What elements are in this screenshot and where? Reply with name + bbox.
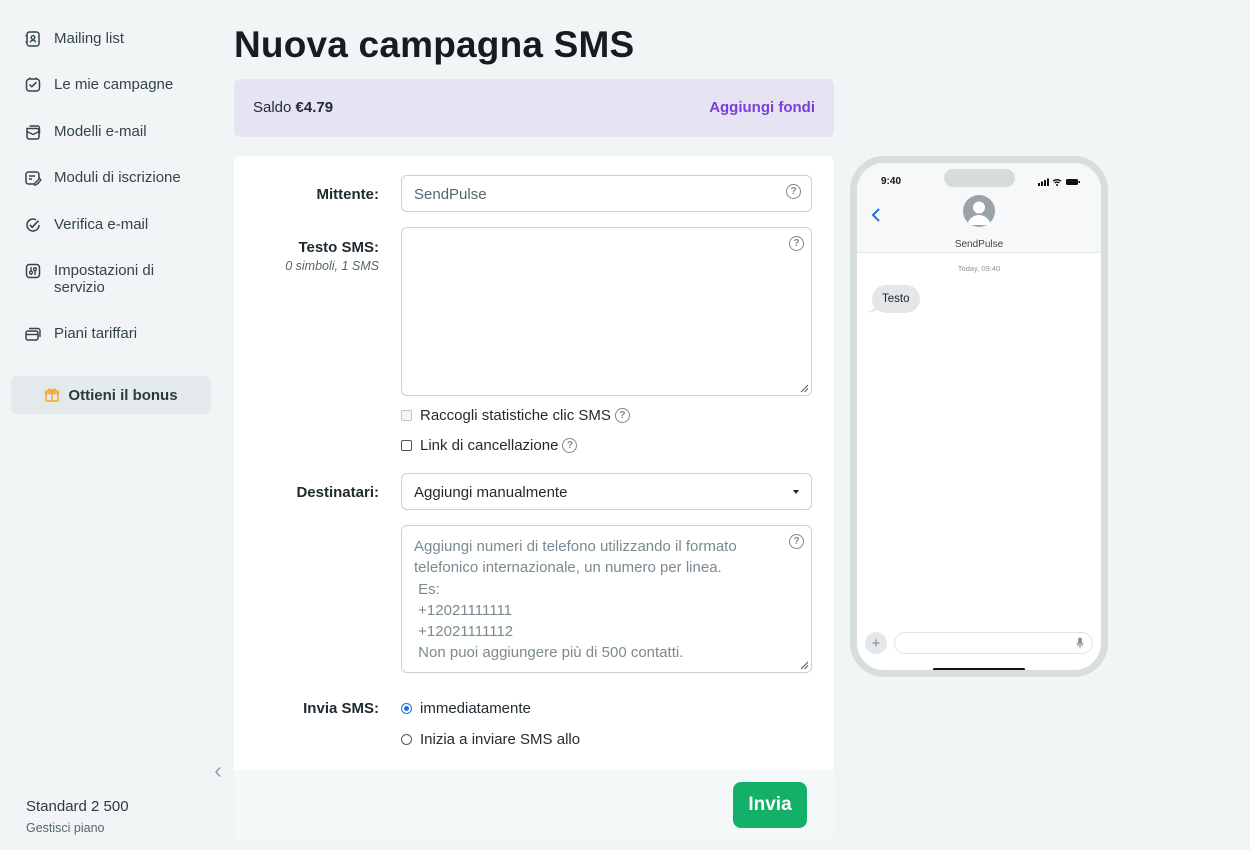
signal-icon — [1038, 178, 1049, 186]
sidebar-item-label: Piani tariffari — [54, 325, 138, 342]
get-bonus-button[interactable]: Ottieni il bonus — [11, 376, 211, 414]
status-time: 9:40 — [881, 176, 902, 187]
templates-icon — [26, 125, 41, 140]
collect-stats-label: Raccogli statistiche clic SMS — [420, 407, 611, 424]
plan-name: Standard 2 500 — [26, 798, 129, 815]
send-scheduled-option[interactable]: Inizia a inviare SMS allo — [401, 731, 580, 748]
resize-handle-icon[interactable] — [800, 661, 809, 670]
sms-text-label: Testo SMS: — [298, 239, 379, 256]
sidebar-item-label: Impostazioni di servizio — [54, 262, 155, 296]
collapse-sidebar-chevron-icon[interactable] — [212, 764, 224, 780]
dropdown-caret-icon — [793, 490, 799, 494]
phone-numbers-help-icon[interactable]: ? — [789, 534, 804, 549]
sender-input[interactable]: SendPulse ? — [401, 175, 812, 212]
balance-label: Saldo — [253, 99, 292, 116]
send-scheduled-radio[interactable] — [401, 734, 412, 745]
send-now-radio[interactable] — [401, 703, 412, 714]
send-scheduled-label: Inizia a inviare SMS allo — [420, 731, 581, 748]
manage-plan-link[interactable]: Gestisci piano — [26, 821, 105, 835]
balance-text: Saldo €4.79 — [253, 99, 333, 116]
balance-amount: €4.79 — [295, 99, 334, 116]
send-button[interactable]: Invia — [733, 782, 807, 828]
add-funds-link[interactable]: Aggiungi fondi — [709, 99, 815, 116]
sender-help-icon[interactable]: ? — [786, 184, 801, 199]
sidebar-item-label: Modelli e-mail — [54, 123, 147, 140]
sidebar-item-label: Le mie campagne — [54, 76, 174, 93]
check-circle-icon — [26, 218, 40, 232]
phone-notch — [944, 169, 1015, 187]
sms-text-counter: 0 simboli, 1 SMS — [285, 259, 379, 273]
sidebar-item-email-verification[interactable]: Verifica e-mail — [24, 216, 148, 234]
campaigns-icon — [25, 77, 41, 92]
settings-sliders-icon — [25, 263, 41, 279]
recipients-selected-value: Aggiungi manualmente — [414, 484, 568, 501]
message-timestamp: Today, 09:40 — [957, 264, 1001, 273]
send-now-option[interactable]: immediatamente — [401, 700, 531, 717]
unsubscribe-link-help-icon[interactable]: ? — [562, 438, 578, 453]
send-now-label: immediatamente — [420, 700, 531, 717]
balance-banner: Saldo €4.79 Aggiungi fondi — [234, 79, 834, 137]
sidebar-item-label: Moduli di iscrizione — [54, 169, 181, 186]
sidebar-item-mailing-list[interactable]: Mailing list — [24, 30, 124, 48]
battery-icon — [1066, 179, 1080, 185]
collect-stats-help-icon[interactable]: ? — [614, 408, 630, 423]
unsubscribe-link-checkbox[interactable] — [401, 440, 412, 451]
recipients-label: Destinatari: — [296, 484, 379, 501]
sidebar: Mailing list Le mie campagne Modelli e-m… — [0, 0, 222, 850]
form-footer: Invia — [234, 770, 834, 840]
sidebar-item-campaigns[interactable]: Le mie campagne — [24, 76, 173, 94]
add-attachment-plus-icon[interactable]: + — [865, 632, 887, 654]
sidebar-item-label: Mailing list — [54, 30, 125, 47]
wifi-icon — [1052, 179, 1062, 186]
sidebar-item-service-settings[interactable]: Impostazioni di servizio — [24, 262, 194, 296]
back-chevron-icon[interactable] — [870, 207, 882, 223]
contacts-book-icon — [25, 31, 40, 47]
microphone-icon[interactable] — [1076, 637, 1084, 649]
message-compose-field[interactable] — [894, 632, 1093, 654]
form-edit-icon — [25, 171, 42, 186]
status-bar-icons — [1038, 178, 1080, 186]
gift-icon — [45, 388, 60, 402]
resize-handle-icon[interactable] — [800, 384, 809, 393]
page-title: Nuova campagna SMS — [234, 24, 635, 65]
sms-text-help-icon[interactable]: ? — [789, 236, 804, 251]
phone-numbers-placeholder: Aggiungi numeri di telefono utilizzando … — [414, 538, 737, 662]
sms-preview-phone: 9:40 SendPulse Today, 09:40 Testo + — [850, 156, 1108, 677]
collect-stats-checkbox[interactable] — [401, 410, 412, 421]
sender-label: Mittente: — [316, 186, 380, 203]
sidebar-item-pricing-plans[interactable]: Piani tariffari — [24, 325, 137, 343]
collect-stats-option: Raccogli statistiche clic SMS ? — [401, 407, 630, 424]
message-bubble: Testo — [872, 285, 920, 313]
user-avatar-icon — [967, 201, 991, 225]
sidebar-item-label: Verifica e-mail — [54, 216, 149, 233]
contact-name: SendPulse — [954, 239, 1004, 250]
sender-value: SendPulse — [414, 186, 487, 203]
sms-text-textarea[interactable]: ? — [401, 227, 812, 396]
send-sms-label: Invia SMS: — [303, 700, 379, 717]
sidebar-item-email-templates[interactable]: Modelli e-mail — [24, 123, 147, 141]
contact-avatar — [963, 195, 995, 227]
phone-numbers-textarea[interactable]: Aggiungi numeri di telefono utilizzando … — [401, 525, 812, 673]
unsubscribe-link-option: Link di cancellazione ? — [401, 437, 578, 454]
get-bonus-label: Ottieni il bonus — [68, 386, 178, 404]
sms-campaign-form: Mittente: SendPulse ? Testo SMS: 0 simbo… — [234, 156, 834, 840]
home-indicator — [933, 668, 1025, 670]
pricing-cards-icon — [25, 327, 41, 341]
recipients-select[interactable]: Aggiungi manualmente — [401, 473, 812, 510]
sidebar-item-subscription-forms[interactable]: Moduli di iscrizione — [24, 169, 181, 187]
unsubscribe-link-label: Link di cancellazione — [420, 437, 559, 454]
